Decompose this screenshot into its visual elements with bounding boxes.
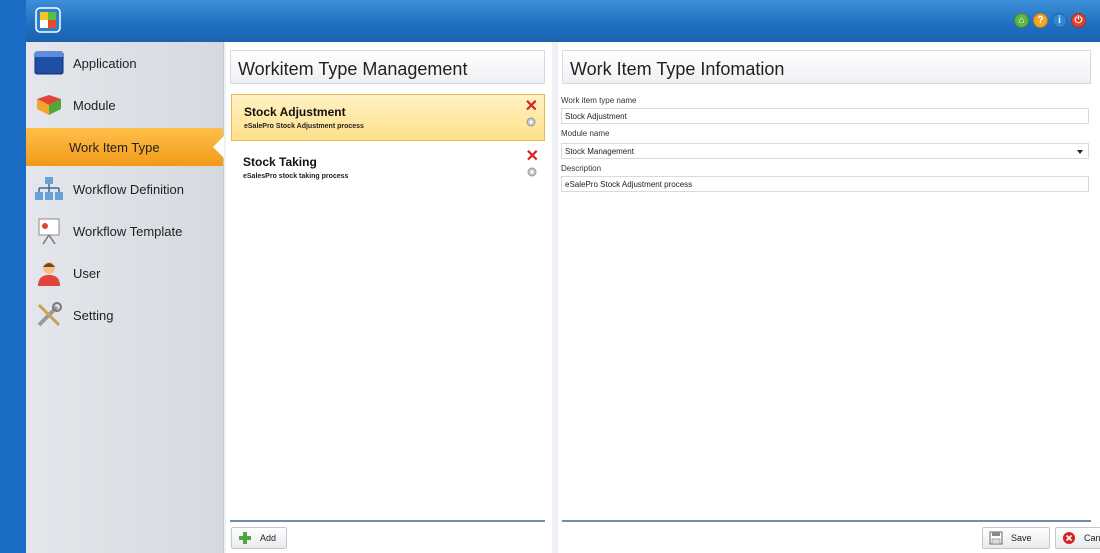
sidebar-item-application[interactable]: Application: [26, 44, 223, 82]
module-name-select[interactable]: Stock Management: [561, 143, 1089, 159]
presentation-board-icon: [34, 217, 64, 245]
sidebar-item-work-item-type[interactable]: Work Item Type: [26, 128, 224, 166]
sidebar-item-label: Setting: [73, 307, 114, 323]
sidebar-item-workflow-template[interactable]: Workflow Template: [26, 212, 223, 250]
module-name-label: Module name: [561, 129, 610, 138]
description-label: Description: [561, 164, 602, 173]
list-item-stock-adjustment[interactable]: Stock Adjustment eSalePro Stock Adjustme…: [231, 94, 545, 141]
type-name-label: Work item type name: [561, 96, 637, 105]
list-item-description: eSalesPro stock taking process: [243, 173, 349, 180]
plus-icon: [238, 531, 252, 545]
floppy-disk-icon: [989, 531, 1003, 545]
sidebar-item-label: User: [73, 265, 101, 281]
power-icon[interactable]: ⏻: [1071, 13, 1086, 28]
sidebar-item-label: Workflow Definition: [73, 181, 185, 197]
sidebar-item-label: Application: [73, 55, 137, 71]
cancel-icon: [1062, 531, 1076, 545]
module-name-value: Stock Management: [565, 147, 634, 156]
sidebar-item-label: Module: [73, 97, 116, 113]
save-button[interactable]: Save: [982, 527, 1050, 549]
detail-panel: Work Item Type Infomation Work item type…: [558, 42, 1100, 553]
description-field[interactable]: eSalePro Stock Adjustment process: [561, 176, 1089, 192]
list-panel-title: Workitem Type Management: [230, 50, 545, 84]
workflow-hierarchy-icon: [34, 175, 64, 203]
home-icon[interactable]: ⌂: [1014, 13, 1029, 28]
sidebar-item-workflow-definition[interactable]: Workflow Definition: [26, 170, 223, 208]
tools-icon: [34, 301, 64, 329]
sidebar-item-user[interactable]: User: [26, 254, 223, 292]
sidebar: Application Module Work Item Type Workfl…: [26, 42, 224, 553]
sidebar-item-label: Work Item Type: [69, 139, 160, 155]
active-indicator: [213, 136, 224, 158]
list-item-name: Stock Adjustment: [244, 105, 346, 119]
sidebar-item-label: Workflow Template: [73, 223, 183, 239]
detail-panel-title: Work Item Type Infomation: [562, 50, 1091, 84]
list-item-description: eSalePro Stock Adjustment process: [244, 123, 364, 130]
save-button-label: Save: [1011, 533, 1032, 543]
help-icon[interactable]: ?: [1033, 13, 1048, 28]
detail-footer-divider: [562, 520, 1091, 522]
add-button-label: Add: [260, 533, 277, 543]
add-button[interactable]: Add: [231, 527, 287, 549]
title-bar: ⌂ ? i ⏻: [26, 0, 1100, 42]
sidebar-item-module[interactable]: Module: [26, 86, 223, 124]
app-logo-icon: [35, 7, 61, 33]
gear-icon[interactable]: [525, 116, 537, 128]
chevron-down-icon: [1077, 150, 1083, 154]
list-footer-divider: [230, 520, 545, 522]
gear-icon[interactable]: [526, 166, 538, 178]
app-window: ⌂ ? i ⏻ Application Module Work Item Typ…: [26, 0, 1100, 553]
list-item-name: Stock Taking: [243, 155, 317, 169]
list-item-stock-taking[interactable]: Stock Taking eSalesPro stock taking proc…: [231, 145, 545, 189]
module-puzzle-icon: [34, 91, 64, 119]
workitem-list-panel: Workitem Type Management Stock Adjustmen…: [226, 42, 552, 553]
sidebar-item-setting[interactable]: Setting: [26, 296, 223, 334]
cancel-button-label: Cancel: [1084, 533, 1100, 543]
type-name-field[interactable]: Stock Adjustment: [561, 108, 1089, 124]
user-icon: [34, 259, 64, 287]
info-icon[interactable]: i: [1052, 13, 1067, 28]
delete-icon[interactable]: ✕: [526, 149, 539, 165]
application-window-icon: [34, 49, 64, 77]
delete-icon[interactable]: ✕: [525, 99, 538, 115]
cancel-button[interactable]: Cancel: [1055, 527, 1100, 549]
